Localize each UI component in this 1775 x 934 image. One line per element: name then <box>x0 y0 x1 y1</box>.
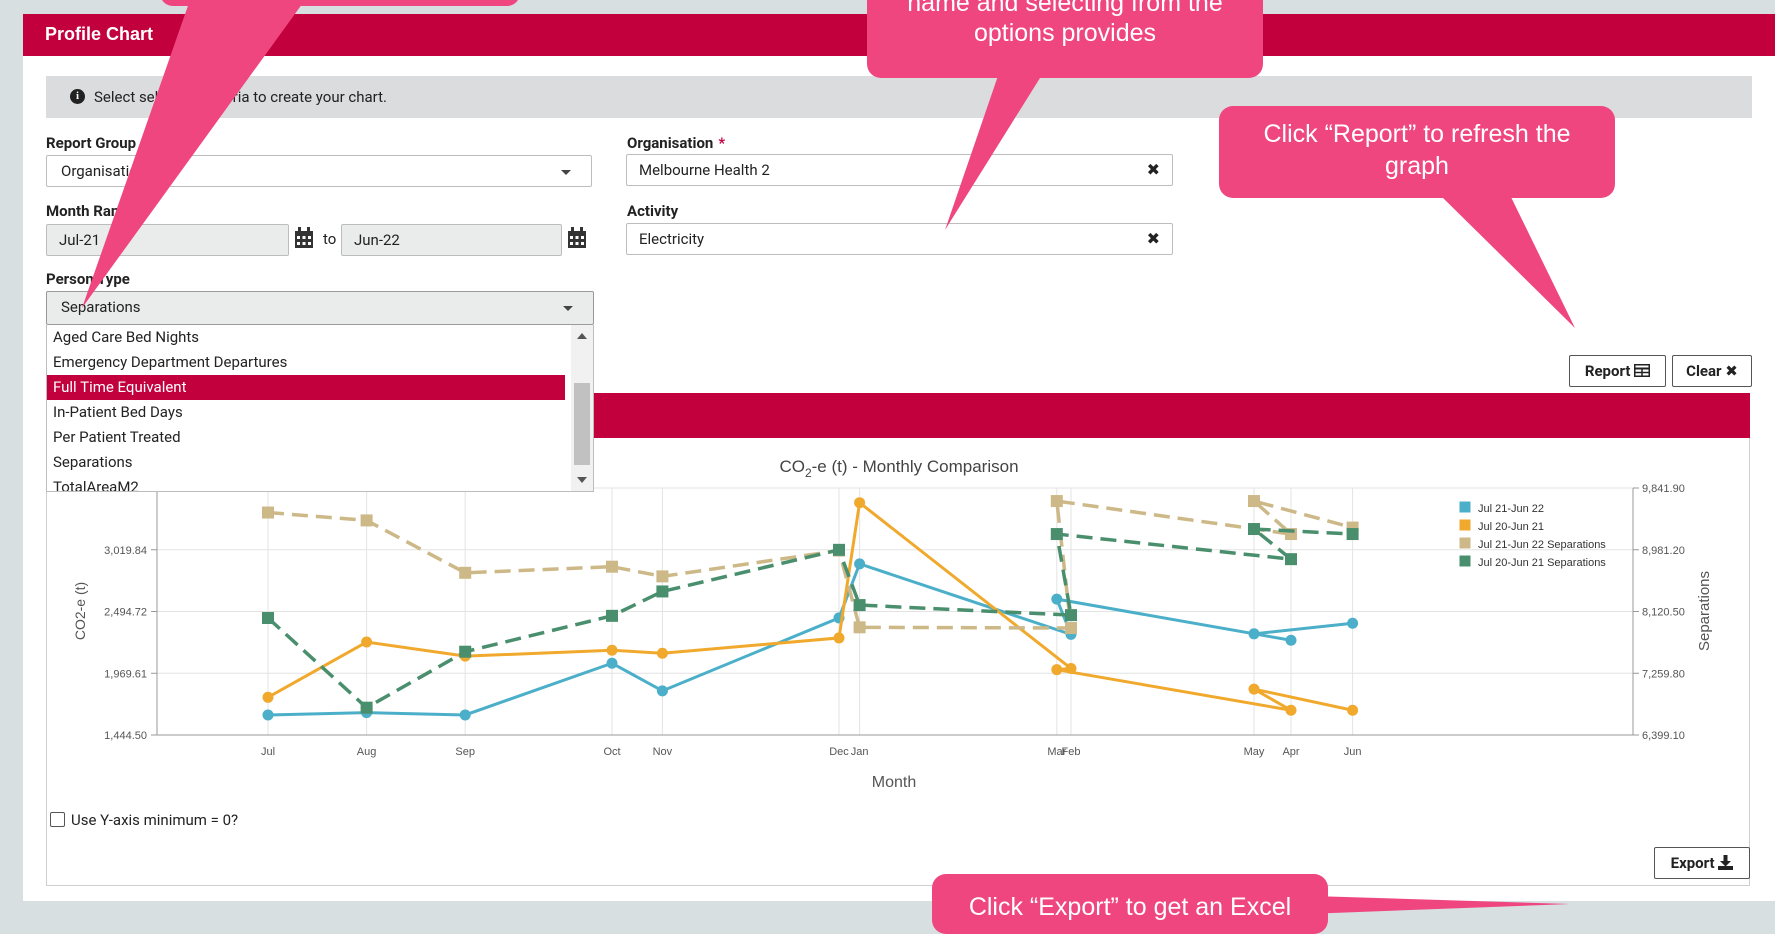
callout-pointer <box>945 70 1045 230</box>
callout-top-middle: name and selecting from the options prov… <box>867 0 1263 78</box>
callout-export: Click “Export” to get an Excel <box>932 874 1328 934</box>
callout-pointer <box>1440 195 1575 328</box>
callout-top-left <box>160 0 520 6</box>
callout-report: Click “Report” to refresh the graph <box>1219 106 1615 198</box>
callout-pointer <box>82 0 305 308</box>
